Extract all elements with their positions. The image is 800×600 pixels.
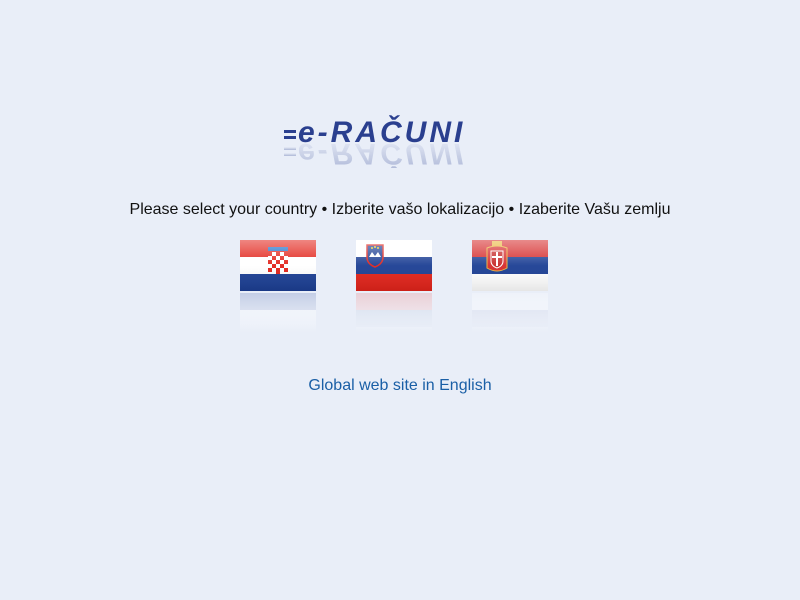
country-link-serbia[interactable] xyxy=(471,239,549,335)
slovenia-flag-icon xyxy=(356,240,432,333)
e-racuni-logo: e-RAČUNI e-RAČUNI xyxy=(282,112,504,168)
country-link-slovenia[interactable] xyxy=(355,239,433,335)
country-flags xyxy=(0,239,800,339)
logo-reflection: e-RAČUNI xyxy=(298,137,465,168)
country-selection-page: e-RAČUNI e-RAČUNI Please select your cou… xyxy=(0,0,800,600)
country-link-croatia[interactable] xyxy=(239,239,317,335)
global-site-link[interactable]: Global web site in English xyxy=(0,377,800,395)
country-select-prompt: Please select your country • Izberite va… xyxy=(129,201,671,218)
serbia-flag-icon xyxy=(472,240,548,333)
croatia-flag-icon xyxy=(240,240,316,333)
